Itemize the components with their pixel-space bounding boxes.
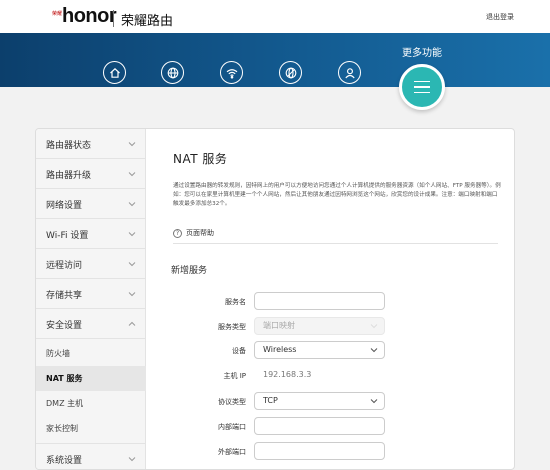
help-icon: ? — [173, 228, 182, 238]
device-select[interactable]: Wireless — [254, 341, 385, 359]
service-name-label: 服务名 — [225, 298, 246, 306]
internal-port-label: 内部端口 — [218, 423, 246, 431]
device-value: Wireless — [263, 345, 297, 354]
service-type-value: 端口映射 — [263, 321, 295, 330]
user-icon — [344, 67, 355, 78]
internal-port-input[interactable] — [254, 417, 385, 435]
chevron-down-icon — [128, 232, 136, 237]
chevron-down-icon — [128, 292, 136, 297]
sidebar-item-wifi-settings[interactable]: Wi-Fi 设置 — [36, 219, 146, 249]
chevron-down-icon — [370, 348, 378, 353]
page-description: 通过设置路由器的转发规则，因特网上的用户可以方便地访问您通过个人计算机提供的服务… — [173, 183, 501, 207]
protocol-select[interactable]: TCP — [254, 392, 385, 410]
nav-wifi-button[interactable] — [220, 61, 243, 84]
sidebar-subitem-parental-control[interactable]: 家长控制 — [36, 416, 146, 441]
sidebar-item-storage-sharing[interactable]: 存储共享 — [36, 279, 146, 309]
page-title: NAT 服务 — [173, 152, 228, 166]
sidebar-subitem-firewall[interactable]: 防火墙 — [36, 341, 146, 366]
service-type-label: 服务类型 — [218, 323, 246, 331]
chevron-down-icon — [128, 172, 136, 177]
host-ip-label: 主机 IP — [223, 372, 246, 380]
settings-card: 路由器状态 路由器升级 网络设置 Wi-Fi 设置 远程访问 存储共享 安全设置 — [35, 128, 515, 470]
more-features-label: 更多功能 — [402, 48, 442, 59]
page-help-link[interactable]: ? 页面帮助 — [173, 228, 214, 238]
sidebar-item-router-upgrade[interactable]: 路由器升级 — [36, 159, 146, 189]
chevron-up-icon — [128, 321, 136, 326]
device-label: 设备 — [232, 347, 246, 355]
section-title: 新增服务 — [171, 266, 208, 276]
chevron-down-icon — [128, 202, 136, 207]
protocol-value: TCP — [263, 396, 278, 405]
sidebar-subitem-nat-service[interactable]: NAT 服务 — [36, 366, 146, 391]
chevron-down-icon — [128, 262, 136, 267]
content-panel: NAT 服务 通过设置路由器的转发规则，因特网上的用户可以方便地访问您通过个人计… — [146, 129, 514, 469]
chevron-down-icon — [370, 324, 378, 329]
nav-home-button[interactable] — [103, 61, 126, 84]
top-bar: 荣耀 honor 荣耀路由 退出登录 — [0, 0, 550, 33]
sidebar-item-security-settings[interactable]: 安全设置 — [36, 309, 146, 339]
sync-globe-icon — [285, 67, 296, 78]
sidebar-subitem-dmz-host[interactable]: DMZ 主机 — [36, 391, 146, 416]
sidebar-item-router-status[interactable]: 路由器状态 — [36, 129, 146, 159]
external-port-input[interactable] — [254, 442, 385, 460]
honor-logo: honor — [62, 5, 117, 27]
menu-icon — [414, 80, 430, 83]
chevron-down-icon — [128, 142, 136, 147]
product-name: 荣耀路由 — [121, 14, 174, 29]
protocol-label: 协议类型 — [218, 398, 246, 406]
nav-banner — [0, 33, 550, 87]
sidebar-item-network-settings[interactable]: 网络设置 — [36, 189, 146, 219]
chevron-down-icon — [370, 399, 378, 404]
host-ip-value: 192.168.3.3 — [254, 366, 385, 384]
help-divider — [173, 243, 498, 244]
more-features-button[interactable] — [399, 64, 445, 110]
nav-account-button[interactable] — [338, 61, 361, 84]
service-type-select: 端口映射 — [254, 317, 385, 335]
service-name-input[interactable] — [254, 292, 385, 310]
external-port-label: 外部端口 — [218, 448, 246, 456]
chevron-down-icon — [128, 457, 136, 462]
globe-icon — [167, 67, 178, 78]
logout-link[interactable]: 退出登录 — [486, 12, 514, 22]
sidebar: 路由器状态 路由器升级 网络设置 Wi-Fi 设置 远程访问 存储共享 安全设置 — [36, 129, 146, 469]
home-icon — [109, 67, 120, 78]
page-help-label: 页面帮助 — [186, 229, 214, 237]
brand-small-text: 荣耀 — [52, 11, 63, 17]
logo-divider — [113, 10, 114, 27]
wifi-icon — [226, 68, 237, 78]
nav-internet-button[interactable] — [161, 61, 184, 84]
sidebar-item-remote-access[interactable]: 远程访问 — [36, 249, 146, 279]
sidebar-item-system-settings[interactable]: 系统设置 — [36, 443, 146, 469]
nav-network-button[interactable] — [279, 61, 302, 84]
